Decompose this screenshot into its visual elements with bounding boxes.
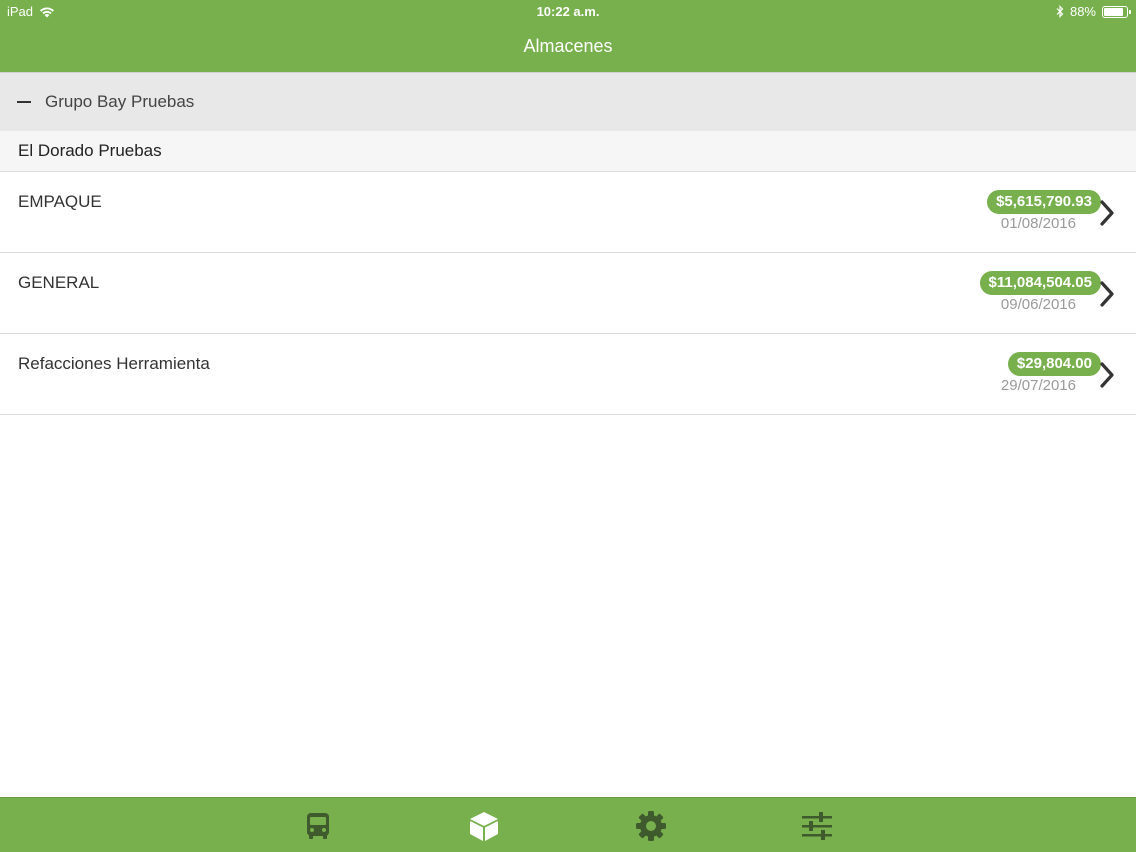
warehouse-date: 29/07/2016 xyxy=(1000,377,1076,394)
chevron-right-icon[interactable] xyxy=(1098,360,1116,390)
group-label: Grupo Bay Pruebas xyxy=(45,92,195,111)
chevron-right-icon[interactable] xyxy=(1098,279,1116,309)
bus-icon[interactable] xyxy=(302,810,334,842)
warehouse-date: 01/08/2016 xyxy=(1000,215,1076,232)
amount-badge: $29,804.00 xyxy=(1007,352,1101,376)
warehouse-name: GENERAL xyxy=(18,273,100,292)
warehouse-name: Refacciones Herramienta xyxy=(18,354,210,373)
bluetooth-icon xyxy=(1056,5,1064,18)
status-time: 10:22 a.m. xyxy=(536,4,600,19)
amount-badge: $5,615,790.93 xyxy=(987,190,1101,214)
battery-percent: 88% xyxy=(1069,4,1096,19)
box-icon[interactable] xyxy=(468,810,500,842)
collapse-minus-icon[interactable] xyxy=(17,101,31,103)
chevron-right-icon[interactable] xyxy=(1098,198,1116,228)
battery-icon xyxy=(1102,5,1131,18)
top-bar: iPad 10:22 a.m. 88% Almacenes xyxy=(0,0,1136,72)
warehouse-date: 09/06/2016 xyxy=(1000,296,1076,313)
gear-icon[interactable] xyxy=(635,810,667,842)
list-item[interactable]: Refacciones Herramienta $29,804.00 29/07… xyxy=(0,334,1136,415)
page-title: Almacenes xyxy=(523,36,613,56)
sliders-icon[interactable] xyxy=(801,810,833,842)
group-header[interactable]: Grupo Bay Pruebas xyxy=(0,72,1136,131)
tab-bar xyxy=(0,797,1136,852)
list-item[interactable]: EMPAQUE $5,615,790.93 01/08/2016 xyxy=(0,172,1136,253)
list-item[interactable]: GENERAL $11,084,504.05 09/06/2016 xyxy=(0,253,1136,334)
warehouse-name: EMPAQUE xyxy=(18,192,102,211)
battery-fill xyxy=(1104,7,1124,16)
section-header: El Dorado Pruebas xyxy=(0,131,1136,172)
status-bar: iPad 10:22 a.m. 88% xyxy=(0,0,1136,24)
amount-badge: $11,084,504.05 xyxy=(979,271,1101,295)
